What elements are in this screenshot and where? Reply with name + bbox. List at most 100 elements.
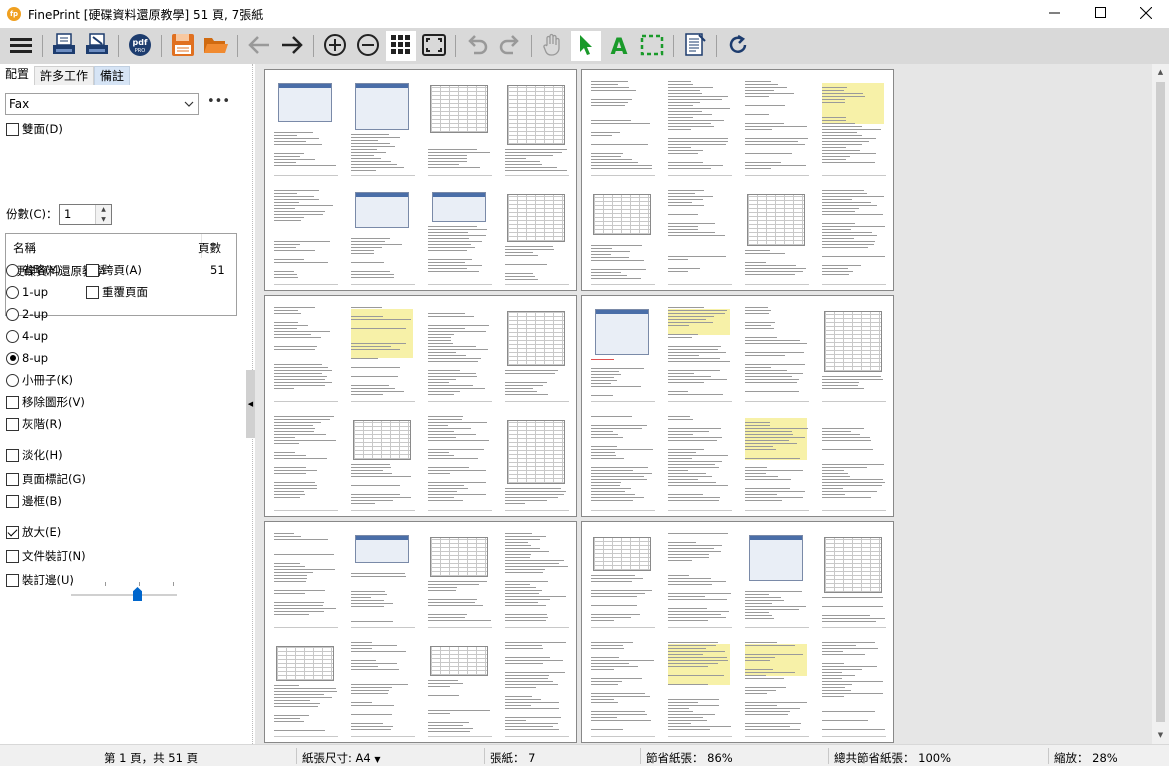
text-tool-button[interactable]: A xyxy=(604,31,634,61)
column-header-pages[interactable]: 頁數 xyxy=(198,240,221,256)
booklet-radio[interactable]: 小冊子(K) xyxy=(6,372,73,388)
print-button[interactable] xyxy=(49,31,79,61)
sheet-2[interactable] xyxy=(581,69,894,291)
page-thumbnail[interactable] xyxy=(501,75,573,179)
enlarge-slider[interactable] xyxy=(71,582,177,606)
omit-radio[interactable]: 省略(Y) xyxy=(6,262,61,278)
page-thumbnail[interactable] xyxy=(741,636,813,740)
page-thumbnail[interactable] xyxy=(664,527,736,631)
scroll-down-icon[interactable]: ▼ xyxy=(1152,727,1169,744)
page-thumbnail[interactable] xyxy=(347,184,419,288)
redo-button[interactable] xyxy=(495,31,525,61)
page-thumbnail[interactable] xyxy=(424,527,496,631)
enlarge-checkbox[interactable]: 放大(E) xyxy=(6,524,61,540)
sheet-1[interactable] xyxy=(264,69,577,291)
page-thumbnail[interactable] xyxy=(424,75,496,179)
maximize-button[interactable] xyxy=(1077,0,1123,28)
page-thumbnail[interactable] xyxy=(741,184,813,288)
page-thumbnail[interactable] xyxy=(664,410,736,514)
page-thumbnail[interactable] xyxy=(664,75,736,179)
select-tool-button[interactable] xyxy=(571,31,601,61)
doc-binding-checkbox[interactable]: 文件裝訂(N) xyxy=(6,548,86,564)
page-thumbnail[interactable] xyxy=(501,527,573,631)
open-button[interactable] xyxy=(201,31,231,61)
page-thumbnail[interactable] xyxy=(424,636,496,740)
span-pages-checkbox[interactable]: 跨頁(A) xyxy=(86,262,142,278)
page-thumbnail[interactable] xyxy=(741,75,813,179)
page-thumbnail[interactable] xyxy=(347,75,419,179)
status-paper-size[interactable]: 紙張尺寸: A4 ▼ xyxy=(302,750,381,766)
page-thumbnail[interactable] xyxy=(347,636,419,740)
page-thumbnail[interactable] xyxy=(741,527,813,631)
border-checkbox[interactable]: 邊框(B) xyxy=(6,493,62,509)
printer-more-button[interactable]: ••• xyxy=(207,93,230,115)
marquee-select-button[interactable] xyxy=(637,31,667,61)
sheet-3[interactable] xyxy=(264,295,577,517)
page-thumbnail[interactable] xyxy=(587,410,659,514)
page-thumbnail[interactable] xyxy=(664,636,736,740)
page-thumbnail[interactable] xyxy=(741,301,813,405)
page-thumbnail[interactable] xyxy=(818,301,890,405)
pdf-pro-button[interactable]: pdf PRO xyxy=(125,31,155,61)
menu-button[interactable] xyxy=(6,31,36,61)
four-up-radio[interactable]: 4-up xyxy=(6,328,48,344)
print-and-edit-button[interactable] xyxy=(82,31,112,61)
overlay-pages-checkbox[interactable]: 重覆頁面 xyxy=(86,284,148,300)
page-thumbnail[interactable] xyxy=(818,75,890,179)
scroll-thumb[interactable] xyxy=(1156,82,1165,722)
page-thumbnail[interactable] xyxy=(424,184,496,288)
forward-button[interactable] xyxy=(277,31,307,61)
column-header-name[interactable]: 名稱 xyxy=(13,240,36,256)
page-thumbnail[interactable] xyxy=(347,410,419,514)
scroll-up-icon[interactable]: ▲ xyxy=(1152,64,1169,81)
page-thumbnail[interactable] xyxy=(664,184,736,288)
collapse-panel-button[interactable]: ◀ xyxy=(246,370,255,438)
page-thumbnail[interactable] xyxy=(270,75,342,179)
zoom-out-button[interactable] xyxy=(353,31,383,61)
save-button[interactable] xyxy=(168,31,198,61)
page-thumbnail[interactable] xyxy=(818,410,890,514)
two-up-radio[interactable]: 2-up xyxy=(6,306,48,322)
page-thumbnail[interactable] xyxy=(587,527,659,631)
page-thumbnail[interactable] xyxy=(424,410,496,514)
page-thumbnail[interactable] xyxy=(587,184,659,288)
page-thumbnail[interactable] xyxy=(347,301,419,405)
page-thumbnail[interactable] xyxy=(741,410,813,514)
slider-thumb[interactable] xyxy=(133,587,142,601)
page-thumbnail[interactable] xyxy=(818,184,890,288)
page-thumbnail[interactable] xyxy=(664,301,736,405)
printer-dropdown[interactable]: Fax xyxy=(5,93,199,115)
page-thumbnail[interactable] xyxy=(587,75,659,179)
edit-page-button[interactable] xyxy=(680,31,710,61)
eight-up-radio[interactable]: 8-up xyxy=(6,350,48,366)
spin-up-icon[interactable]: ▲ xyxy=(96,205,111,215)
remove-graphics-checkbox[interactable]: 移除圖形(V) xyxy=(6,394,85,410)
copies-stepper[interactable]: 1 ▲ ▼ xyxy=(59,204,112,225)
page-thumbnail[interactable] xyxy=(501,301,573,405)
fit-page-button[interactable] xyxy=(419,31,449,61)
page-thumbnail[interactable] xyxy=(347,527,419,631)
page-thumbnail[interactable] xyxy=(818,636,890,740)
undo-button[interactable] xyxy=(462,31,492,61)
page-thumbnail[interactable] xyxy=(818,527,890,631)
hand-tool-button[interactable] xyxy=(538,31,568,61)
close-button[interactable] xyxy=(1123,0,1169,28)
grid-view-button[interactable] xyxy=(386,31,416,61)
page-thumbnail[interactable] xyxy=(270,301,342,405)
page-thumbnail[interactable] xyxy=(424,301,496,405)
back-button[interactable] xyxy=(244,31,274,61)
page-thumbnail[interactable] xyxy=(501,636,573,740)
page-thumbnail[interactable] xyxy=(587,636,659,740)
zoom-in-button[interactable] xyxy=(320,31,350,61)
grayscale-checkbox[interactable]: 灰階(R) xyxy=(6,416,62,432)
duplex-checkbox[interactable]: 雙面(D) xyxy=(6,121,63,137)
fade-checkbox[interactable]: 淡化(H) xyxy=(6,447,63,463)
binding-margin-checkbox[interactable]: 裝訂邊(U) xyxy=(6,572,74,588)
one-up-radio[interactable]: 1-up xyxy=(6,284,48,300)
sheet-4[interactable] xyxy=(581,295,894,517)
refresh-button[interactable] xyxy=(723,31,753,61)
tab-multiple-jobs[interactable]: 許多工作 xyxy=(34,66,95,85)
sheet-5[interactable] xyxy=(264,521,577,743)
page-thumbnail[interactable] xyxy=(501,410,573,514)
panel-splitter[interactable]: ◀ xyxy=(243,64,255,744)
